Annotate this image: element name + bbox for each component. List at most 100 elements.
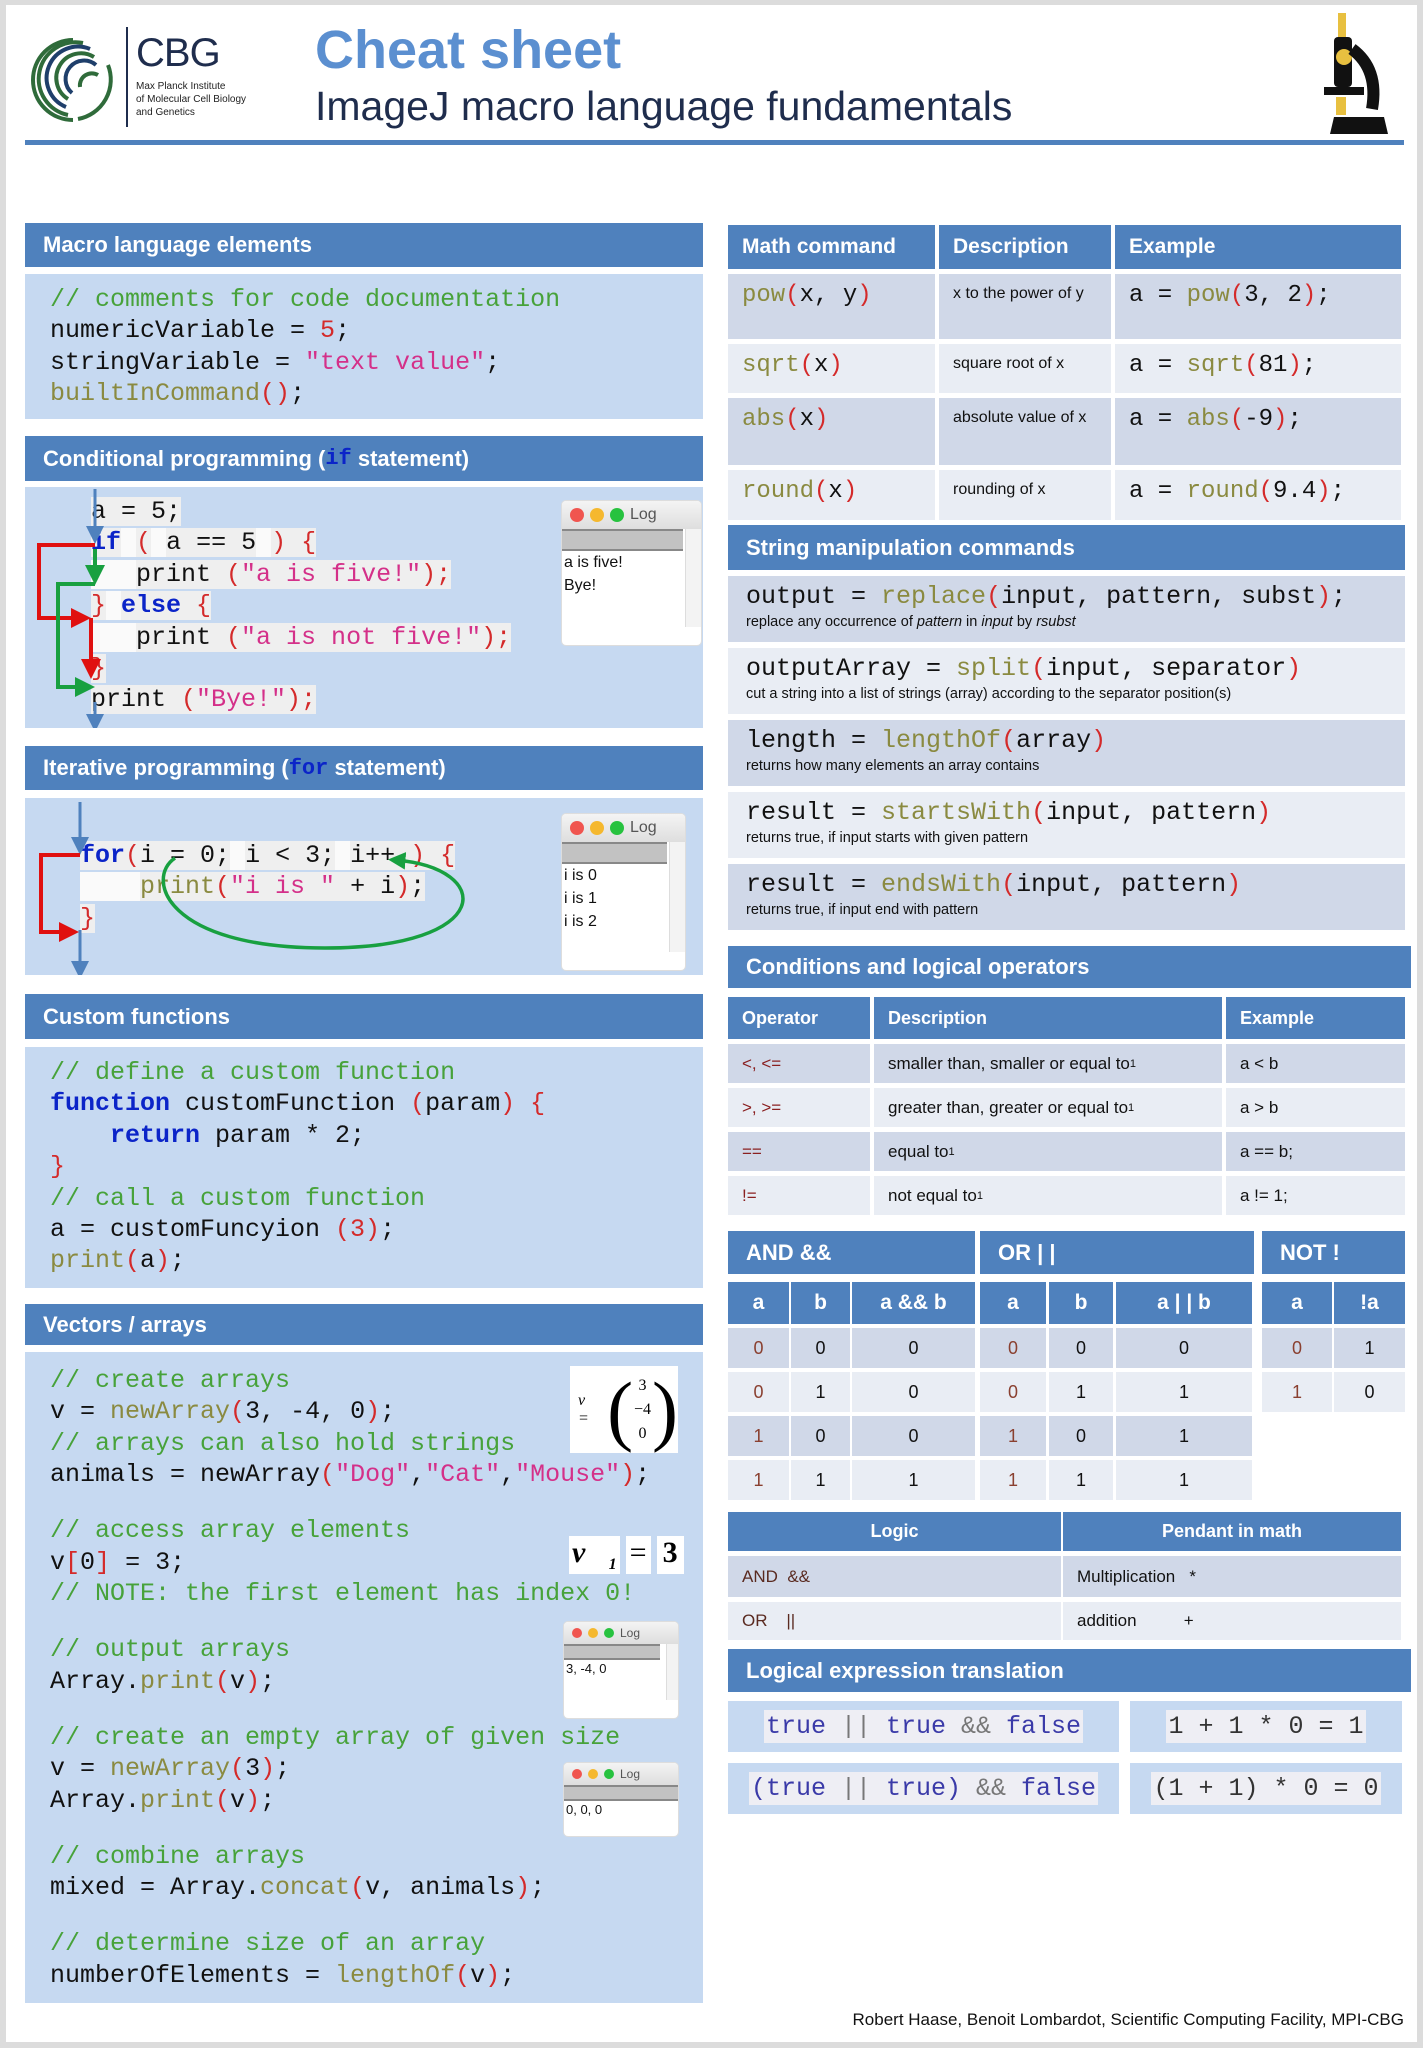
log-line: i is 0 [564, 867, 597, 884]
code-token: || [825, 1712, 886, 1741]
code-token: || [825, 1774, 886, 1803]
math-commands-table: Math command Description Example pow(x, y) x… [728, 225, 1401, 520]
code-token: v [230, 1666, 246, 1696]
string-command-code: result = startsWith(input, pattern) [746, 798, 1405, 828]
element-formula-lhs: v⃗1 [569, 1536, 620, 1574]
code-token: ( [1258, 478, 1274, 505]
code-token: a [140, 1246, 156, 1276]
code-token: ( [1031, 654, 1047, 683]
operator-example-cell: a < b [1226, 1044, 1405, 1083]
code-token: (true [750, 1774, 826, 1803]
truth-table-cell: 1 [728, 1416, 789, 1456]
operator-cell: == [728, 1132, 870, 1171]
log-scrollbar[interactable] [666, 1644, 678, 1700]
code-token: ] [95, 1547, 111, 1577]
header-text: Iterative programming ( [43, 755, 289, 780]
macro-code: // comments for code documentation numeri… [50, 284, 560, 410]
code-token: ( [125, 1246, 141, 1276]
code-token: // access array elements [50, 1516, 411, 1546]
code-token: v [470, 1960, 486, 1990]
code-token: v [50, 1547, 66, 1577]
code-token: x [799, 406, 815, 433]
code-token: ( [230, 1397, 246, 1427]
code-token: ( [1001, 726, 1017, 755]
paren-right: ) [652, 1365, 678, 1453]
close-dot-icon[interactable] [570, 821, 584, 835]
close-dot-icon[interactable] [572, 1628, 582, 1638]
truth-table-not-title: NOT ! [1262, 1231, 1405, 1274]
paren-left: ( [607, 1365, 634, 1453]
code-token: ; [275, 1754, 291, 1784]
code-line: Array.print(v); [50, 1666, 650, 1697]
code-token: ; [485, 347, 501, 377]
code-token: ) [1273, 406, 1288, 433]
truth-table-and: aba && b000010100111 [728, 1282, 975, 1500]
math-example-cell: a = abs(-9); [1115, 398, 1401, 465]
truth-table-header: a [980, 1282, 1046, 1324]
code-line: builtInCommand(); [50, 378, 560, 409]
code-token: ); [481, 622, 512, 652]
iterative-section-body: for(i = 0; i < 3; i++ ) { print("i is " … [25, 798, 703, 975]
math-command-cell: pow(x, y) [728, 274, 935, 339]
footnote-marker: 1 [948, 1145, 955, 1158]
vector-values: 3 −4 0 [633, 1374, 652, 1446]
operator-description-cell: equal to 1 [874, 1132, 1222, 1171]
operator-description: greater than, greater or equal to [888, 1097, 1129, 1117]
description-segment: in [962, 614, 982, 630]
minimize-dot-icon[interactable] [590, 821, 604, 835]
string-command-item: outputArray = split(input, separator) cut… [728, 648, 1405, 714]
code-token: ) [1316, 582, 1332, 611]
truth-table-cell: 0 [980, 1372, 1046, 1412]
math-table-header: Example [1115, 225, 1401, 269]
code-token: ; [1301, 352, 1317, 379]
truth-table-cell: 0 [1049, 1328, 1113, 1368]
logic-expression-box: (true || true) && false [728, 1763, 1119, 1814]
logic-table-header: Logic [728, 1512, 1061, 1551]
footnote-marker: 1 [1129, 1057, 1137, 1070]
logo-divider [126, 27, 128, 127]
math-command-cell: abs(x) [728, 398, 935, 465]
section-header-conditions: Conditions and logical operators [728, 946, 1411, 988]
zoom-dot-icon[interactable] [604, 1628, 614, 1638]
code-token: 9.4 [1273, 478, 1317, 505]
code-line: // determine size of an array [50, 1928, 650, 1959]
code-token: ( [1001, 870, 1017, 899]
minimize-dot-icon[interactable] [590, 508, 604, 522]
truth-table-cell: 1 [1262, 1372, 1332, 1412]
truth-table-cell: 1 [852, 1460, 975, 1500]
vector-formula-lhs: v⃗ = [578, 1391, 598, 1427]
code-token: numberOfElements = [50, 1960, 336, 1990]
truth-table-cell: 0 [728, 1372, 789, 1412]
log-title: Log [630, 819, 657, 836]
code-token: input, separator [1046, 654, 1287, 683]
code-token: ) [515, 1873, 531, 1903]
code-token: ) [857, 282, 872, 309]
code-token: a = [1129, 352, 1187, 379]
minimize-dot-icon[interactable] [588, 1769, 598, 1779]
close-dot-icon[interactable] [570, 508, 584, 522]
math-table-header: Math command [728, 225, 935, 269]
log-scrollbar[interactable] [685, 529, 701, 627]
code-token: v = [50, 1397, 111, 1427]
operator-cell: <, <= [728, 1044, 870, 1083]
zoom-dot-icon[interactable] [604, 1769, 614, 1779]
code-token: true) [885, 1774, 961, 1803]
string-command-code: length = lengthOf(array) [746, 726, 1405, 756]
truth-table-header: b [1049, 1282, 1113, 1324]
truth-table-cell: 1 [1116, 1460, 1252, 1500]
log-line: i is 1 [564, 890, 597, 907]
close-dot-icon[interactable] [572, 1769, 582, 1779]
formula-rhs: 3 [656, 1536, 684, 1574]
zoom-dot-icon[interactable] [610, 821, 624, 835]
code-token: round [1186, 478, 1259, 505]
fingerprint-logo-icon [31, 38, 113, 122]
zoom-dot-icon[interactable] [610, 508, 624, 522]
code-token: 0 [80, 1547, 96, 1577]
truth-table-header: a [1262, 1282, 1332, 1324]
code-token: ) [260, 1754, 276, 1784]
log-scrollbar[interactable] [669, 842, 685, 952]
string-command-description: cut a string into a list of strings (arr… [746, 686, 1405, 702]
minimize-dot-icon[interactable] [588, 1628, 598, 1638]
code-token: false [1021, 1774, 1097, 1803]
